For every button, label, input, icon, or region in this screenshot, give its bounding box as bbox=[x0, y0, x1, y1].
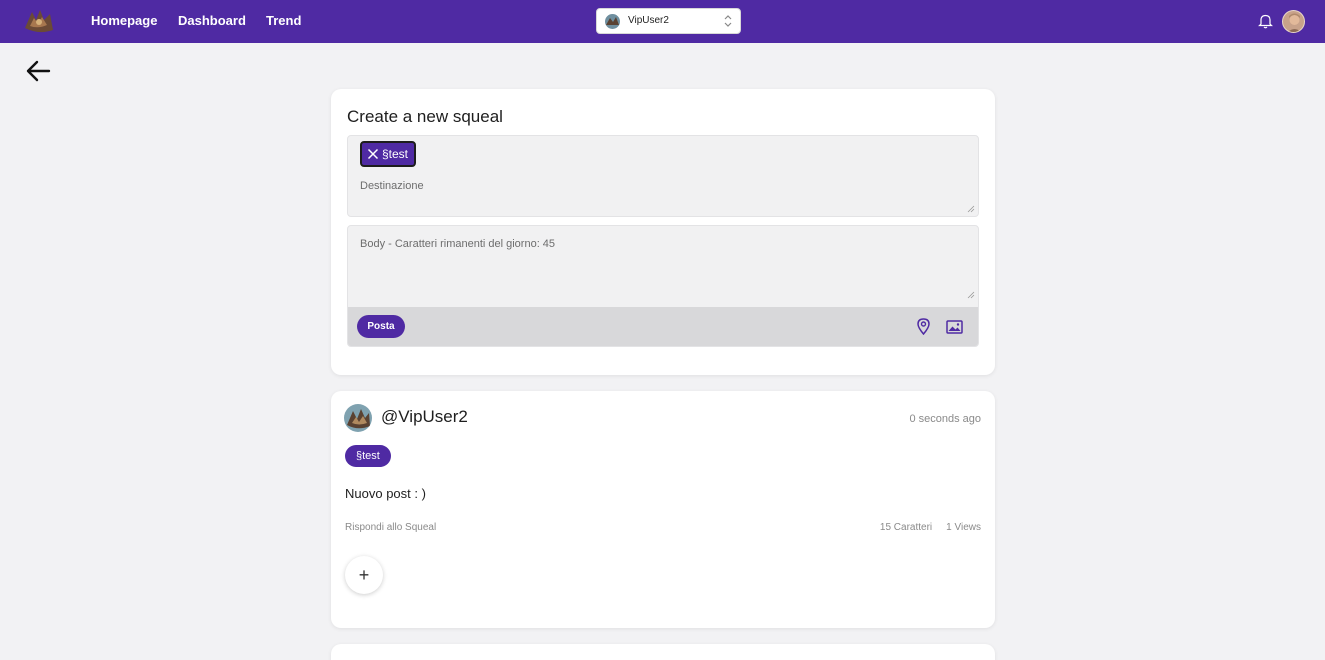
account-select-label: VipUser2 bbox=[628, 15, 669, 26]
post-body: Nuovo post : ) bbox=[345, 486, 426, 501]
destination-placeholder: Destinazione bbox=[360, 180, 424, 192]
post-button[interactable]: Posta bbox=[357, 315, 405, 338]
post-stats: 15 Caratteri 1 Views bbox=[880, 522, 981, 533]
location-pin-icon[interactable] bbox=[917, 318, 930, 335]
destination-chip-label: §test bbox=[382, 147, 409, 161]
squeal-card: @VipUser2 0 seconds ago §test Nuovo post… bbox=[331, 391, 995, 628]
create-title: Create a new squeal bbox=[347, 107, 503, 126]
bell-icon[interactable] bbox=[1258, 13, 1273, 29]
post-channel-tag[interactable]: §test bbox=[345, 445, 391, 467]
body-placeholder: Body - Caratteri rimanenti del giorno: 4… bbox=[360, 238, 556, 250]
logo-icon[interactable] bbox=[22, 6, 56, 36]
account-select[interactable]: VipUser2 bbox=[596, 8, 741, 34]
reply-link[interactable]: Rispondi allo Squeal bbox=[345, 522, 436, 533]
image-icon[interactable] bbox=[946, 320, 963, 334]
body-textarea[interactable]: Body - Caratteri rimanenti del giorno: 4… bbox=[347, 225, 979, 347]
back-arrow-icon[interactable] bbox=[24, 58, 52, 84]
post-username[interactable]: @VipUser2 bbox=[381, 407, 468, 427]
add-reaction-button[interactable]: + bbox=[345, 556, 383, 594]
top-navbar: Homepage Dashboard Trend VipUser2 bbox=[0, 0, 1325, 43]
create-squeal-card: Create a new squeal §test Destinazione B… bbox=[331, 89, 995, 375]
destination-chip[interactable]: §test bbox=[360, 141, 417, 167]
post-timestamp: 0 seconds ago bbox=[909, 413, 981, 425]
resize-handle-icon[interactable] bbox=[967, 291, 975, 299]
post-avatar[interactable] bbox=[344, 404, 372, 432]
nav-trend-link[interactable]: Trend bbox=[266, 13, 301, 28]
resize-handle-icon[interactable] bbox=[967, 205, 975, 213]
post-characters: 15 Caratteri bbox=[879, 522, 933, 533]
chevron-updown-icon bbox=[724, 15, 732, 27]
post-views: 1 Views bbox=[946, 522, 981, 533]
user-avatar[interactable] bbox=[1282, 10, 1305, 33]
nav-homepage-link[interactable]: Homepage bbox=[91, 13, 157, 28]
nav-dashboard-link[interactable]: Dashboard bbox=[178, 13, 246, 28]
destination-field[interactable]: §test Destinazione bbox=[347, 135, 979, 217]
close-icon[interactable] bbox=[367, 148, 379, 160]
composer-toolbar: Posta bbox=[348, 307, 978, 346]
next-squeal-card bbox=[331, 644, 995, 660]
account-avatar bbox=[605, 14, 620, 29]
